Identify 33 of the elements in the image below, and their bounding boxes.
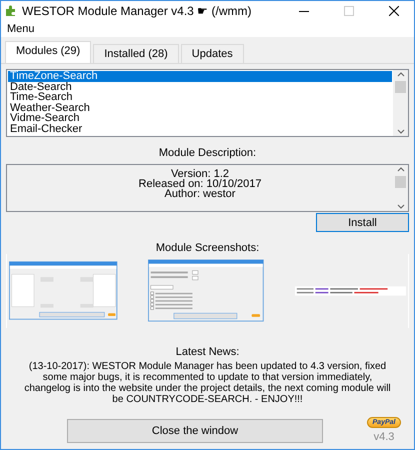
scroll-down-icon[interactable]: [396, 129, 404, 134]
window-title: WESTOR Module Manager v4.3 ☛ (/wmm): [22, 4, 253, 18]
scroll-down-icon[interactable]: [396, 204, 404, 209]
minimize-icon[interactable]: [299, 10, 309, 12]
scroll-thumb[interactable]: [395, 81, 406, 93]
scroll-up-icon[interactable]: [396, 167, 404, 172]
section-heading: Latest News:: [174, 346, 240, 358]
list-item[interactable]: Weather-Search: [8, 102, 392, 113]
section-heading: Module Description:: [158, 147, 258, 159]
puzzle-icon: [5, 5, 17, 17]
scrollbar[interactable]: [393, 165, 408, 211]
list-item[interactable]: Date-Search: [8, 82, 392, 92]
news-text: (13-10-2017): WESTOR Module Manager has been updated to 4.3 version, fixed some major bugs, it is recommented to update to that version immediately, changelog is into the website under the project details, the next coming module will be COUNTRYCODE-SEARCH. - ENJOY!!!: [23, 360, 392, 405]
list-item[interactable]: TimeZone-Search: [8, 71, 392, 82]
close-icon[interactable]: [389, 6, 399, 16]
maximize-icon: [344, 6, 354, 16]
list-item[interactable]: Vidme-Search: [8, 113, 392, 124]
list-item[interactable]: Email-Checker: [8, 124, 392, 134]
close-window-button[interactable]: Close the window: [67, 419, 323, 443]
scroll-thumb[interactable]: [395, 176, 406, 188]
tab[interactable]: Installed (28): [93, 44, 179, 63]
description-line: Released on: 10/10/2017: [138, 179, 262, 189]
scroll-up-icon[interactable]: [396, 72, 404, 77]
description-line: Version: 1.2: [170, 169, 230, 179]
scrollbar[interactable]: [393, 70, 408, 136]
description-line: Author: westor: [164, 189, 236, 199]
version-label: v4.3: [374, 431, 394, 443]
section-heading: Module Screenshots:: [154, 242, 260, 254]
tab[interactable]: Modules (29): [5, 41, 92, 63]
tab[interactable]: Updates: [180, 44, 244, 63]
list-item[interactable]: Time-Search: [8, 92, 392, 102]
install-button[interactable]: Install: [316, 213, 409, 232]
menu-item[interactable]: Menu: [7, 23, 35, 35]
